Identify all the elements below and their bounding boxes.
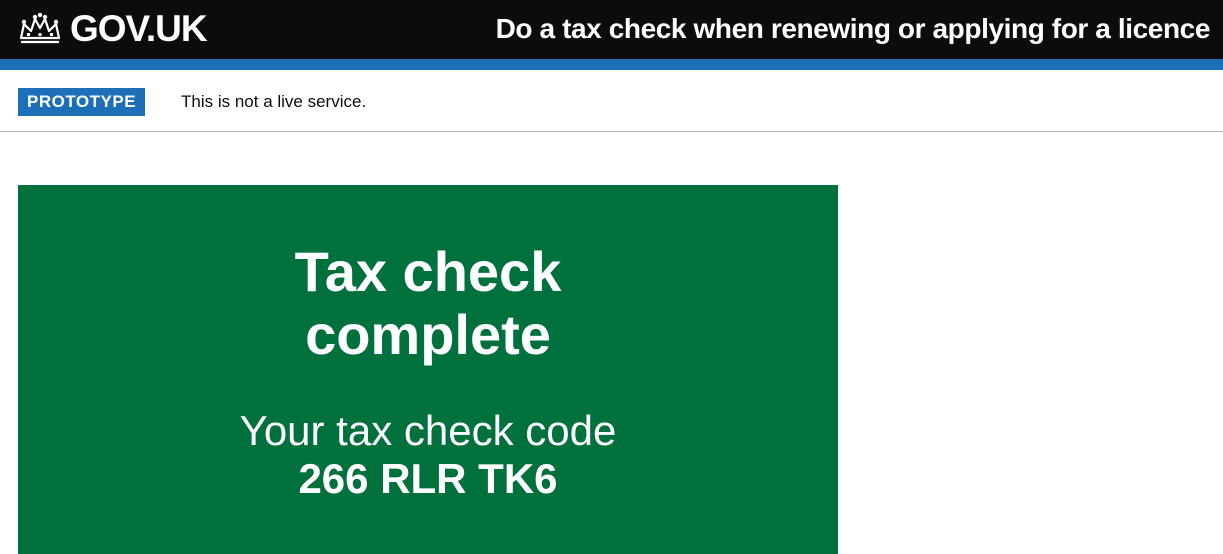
crown-icon [19,12,61,44]
govuk-logo-link[interactable]: GOV.UK [18,8,208,50]
site-header: GOV.UK Do a tax check when renewing or a… [0,0,1223,59]
service-name-link[interactable]: Do a tax check when renewing or applying… [496,9,1211,49]
tax-check-code-label: Your tax check code [239,407,617,454]
panel-title-line-1: Tax check [294,240,562,303]
phase-banner-text: This is not a live service. [181,92,367,111]
tax-check-code: 266 RLR TK6 [298,455,558,502]
logo-text: GOV.UK [70,8,208,49]
panel-body: Your tax check code 266 RLR TK6 [18,407,838,503]
phase-tag: PROTOTYPE [18,88,146,116]
header-blue-bar [0,59,1223,70]
phase-banner: PROTOTYPE This is not a live service. [0,70,1223,132]
panel-title-line-2: complete [305,303,551,366]
confirmation-panel: Tax check complete Your tax check code 2… [18,185,838,554]
panel-title: Tax check complete [18,240,838,366]
